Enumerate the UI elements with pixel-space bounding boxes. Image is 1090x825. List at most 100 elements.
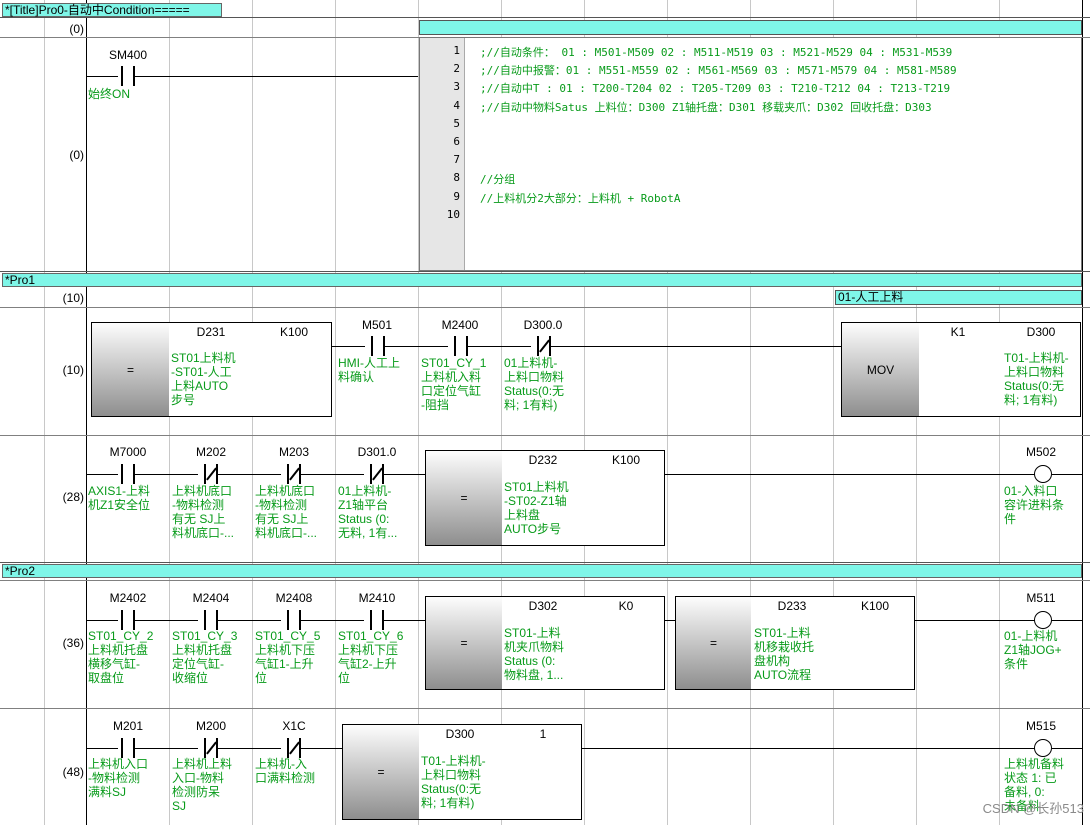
operand-s2: K100: [860, 599, 890, 613]
device-name: M511: [1026, 591, 1056, 605]
right-power-rail: [1082, 0, 1083, 825]
note-line-number: 4: [453, 98, 460, 112]
device-name: M2404: [192, 591, 230, 605]
operand-s2: K100: [279, 325, 309, 339]
operand-s1: D232: [528, 453, 558, 467]
note-line-number: 7: [453, 153, 460, 167]
operand-comment: T01-上料机- 上料口物料 Status(0:无 料; 1有料): [1004, 351, 1069, 407]
step-number: (0): [69, 148, 84, 162]
device-comment: ST01_CY_2 上料机托盘 横移气缸- 取盘位: [88, 629, 154, 685]
note-label-bar[interactable]: [419, 20, 1082, 35]
wire: [915, 620, 1035, 621]
wire: [385, 346, 448, 347]
device-comment: 上料机上料 入口-物料 检测防呆 SJ: [172, 757, 233, 813]
note-line-number: 3: [453, 80, 460, 94]
device-name: M203: [278, 445, 310, 459]
instruction-operator: =: [426, 451, 502, 545]
operand-comment: ST01-上料 机移栽收托 盘机构 AUTO流程: [754, 626, 815, 682]
operand-s1: D300: [445, 727, 475, 741]
output-coil[interactable]: [1034, 611, 1052, 629]
instruction-operator: =: [676, 597, 751, 689]
operand-s2: K100: [611, 453, 641, 467]
device-name: M2400: [441, 318, 479, 332]
wire: [135, 620, 198, 621]
divider: [0, 580, 1090, 581]
statement-note-block[interactable]: 1 ;//自动条件： 01 : M501-M509 02 : M511-M519 …: [419, 37, 1082, 271]
operand-s2: 1: [539, 727, 547, 741]
device-name: M2410: [358, 591, 396, 605]
output-coil[interactable]: [1034, 465, 1052, 483]
section-header-pro1[interactable]: *Pro1: [2, 273, 1082, 287]
device-name: M200: [195, 719, 227, 733]
operand-s2: K0: [618, 599, 634, 613]
note-line-text[interactable]: //上料机分2大部分：上料机 + RobotA: [480, 190, 680, 206]
device-name: M2408: [275, 591, 313, 605]
note-line-text[interactable]: //分组: [480, 171, 515, 187]
wire: [135, 474, 198, 475]
step-number: (36): [62, 636, 84, 650]
wire: [301, 474, 364, 475]
note-line-number: 6: [453, 135, 460, 148]
instruction-operator: =: [426, 597, 502, 689]
note-line-text[interactable]: ;//自动中物料Satus 上料位：D300 Z1轴托盘：D301 移载夹爪：D…: [480, 99, 932, 115]
title-statement[interactable]: *[Title]Pro0-自动中Condition=====: [2, 3, 222, 17]
operand-s1: D231: [196, 325, 226, 339]
device-comment: ST01_CY_5 上料机下压 气缸1-上升 位: [255, 629, 321, 685]
device-comment: 上料机底口 -物料检测 有无 SJ上 料机底口-...: [172, 484, 234, 540]
device-name: M515: [1025, 719, 1057, 733]
rung-label[interactable]: 01-人工上料: [835, 290, 1082, 305]
section-header-pro2[interactable]: *Pro2: [2, 564, 1082, 578]
step-number: (10): [62, 363, 84, 377]
wire: [384, 620, 425, 621]
divider: [0, 17, 1090, 18]
device-comment: ST01_CY_6 上料机下压 气缸2-上升 位: [338, 629, 404, 685]
instruction-operator: =: [92, 323, 169, 416]
device-comment: 上料机-入 口满料检测: [255, 757, 316, 785]
operand-comment: ST01-上料 机夹爪物料 Status (0: 物料盘, 1...: [504, 626, 565, 682]
operand-s1: K1: [950, 325, 966, 339]
left-power-rail: [86, 0, 87, 825]
wire: [135, 748, 198, 749]
device-name: D300.0: [523, 318, 563, 332]
wire: [135, 76, 418, 77]
grid-line: [44, 0, 45, 825]
device-name: D301.0: [357, 445, 397, 459]
note-line-number: 10: [446, 207, 460, 221]
device-comment: 01-上料机 Z1轴JOG+ 条件: [1004, 629, 1062, 671]
wire: [218, 620, 281, 621]
operand-d: D300: [1026, 325, 1056, 339]
wire: [1052, 748, 1082, 749]
note-line-text[interactable]: ;//自动中T : 01 : T200-T204 02 : T205-T209 …: [480, 80, 950, 96]
grid-line: [335, 0, 336, 825]
note-line-number: 2: [453, 62, 460, 76]
device-comment: AXIS1-上料 机Z1安全位: [88, 484, 151, 512]
divider: [0, 562, 1090, 563]
output-coil[interactable]: [1034, 739, 1052, 757]
note-line-number: 5: [453, 116, 460, 130]
device-name: M2402: [109, 591, 147, 605]
wire: [1052, 474, 1082, 475]
device-comment: HMI-人工上 料确认: [338, 356, 400, 384]
wire: [468, 346, 531, 347]
device-comment: ST01_CY_1 上料机入料 口定位气缸 -阻挡: [421, 356, 487, 412]
divider: [0, 307, 1090, 308]
wire: [301, 620, 364, 621]
gutter-divider: [464, 38, 465, 270]
operand-comment: T01-上料机- 上料口物料 Status(0:无 料; 1有料): [421, 754, 486, 810]
step-number: (10): [62, 291, 84, 305]
ladder-editor: *[Title]Pro0-自动中Condition===== (0) (0) S…: [0, 0, 1090, 825]
note-line-text[interactable]: ;//自动条件： 01 : M501-M509 02 : M511-M519 0…: [480, 44, 952, 60]
wire: [218, 748, 281, 749]
operand-comment: ST01上料机 -ST02-Z1轴 上料盘 AUTO步号: [504, 480, 569, 536]
step-number: (28): [62, 490, 84, 504]
divider: [0, 708, 1090, 709]
step-number: (0): [69, 22, 84, 36]
device-name: M201: [112, 719, 144, 733]
note-line-number: 1: [453, 44, 460, 57]
device-name: M202: [195, 445, 227, 459]
watermark: CSDN @长孙513: [982, 801, 1084, 816]
wire: [218, 474, 281, 475]
note-line-text[interactable]: ;//自动中报警：01 : M551-M559 02 : M561-M569 0…: [480, 62, 957, 78]
device-comment: 始终ON: [88, 87, 131, 101]
wire: [1052, 620, 1082, 621]
